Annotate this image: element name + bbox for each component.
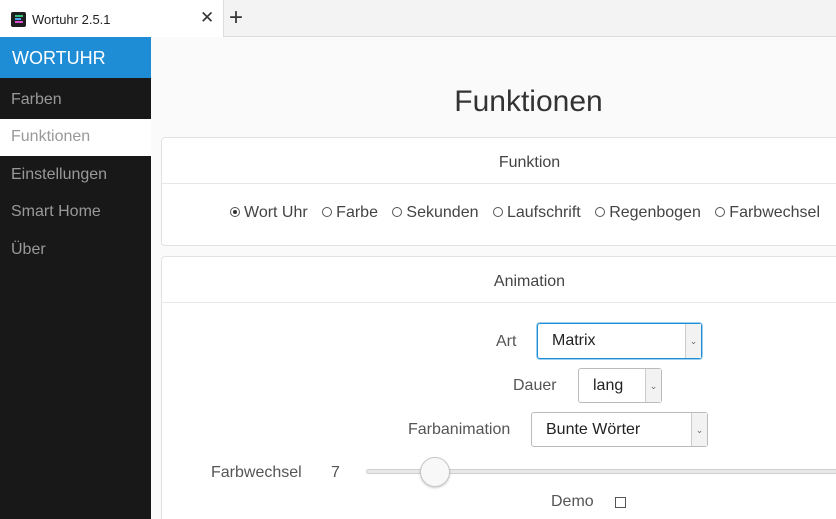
animation-panel-title: Animation <box>493 273 566 290</box>
radio-label: Laufschrift <box>506 204 581 221</box>
radio-label: Farbwechsel <box>729 204 820 221</box>
farbwechsel-label: Farbwechsel <box>211 464 302 481</box>
radio-farbe[interactable]: Farbe <box>322 204 378 222</box>
browser-tab[interactable]: Wortuhr 2.5.1 ✕ <box>0 0 224 37</box>
funktion-panel-header: Funktion <box>162 138 836 184</box>
radio-checked-icon <box>230 207 240 217</box>
funktion-panel: Funktion Wort Uhr Farbe Sekunden Laufsch… <box>161 137 836 246</box>
farbwechsel-slider-handle[interactable] <box>420 457 450 487</box>
art-select-value: Matrix <box>552 332 596 349</box>
animation-panel-header: Animation <box>162 257 836 303</box>
browser-tab-bar: Wortuhr 2.5.1 ✕ + <box>0 0 836 37</box>
farbanimation-select[interactable]: Bunte Wörter ⌄ <box>531 412 708 447</box>
art-label: Art <box>496 333 517 350</box>
funktion-radio-group: Wort Uhr Farbe Sekunden Laufschrift Rege… <box>230 204 830 222</box>
page-title: Funktionen <box>454 85 603 118</box>
app-favicon-icon <box>11 12 26 27</box>
farbanimation-select-value: Bunte Wörter <box>546 421 641 438</box>
chevron-down-icon: ⌄ <box>645 369 661 402</box>
dauer-select-value: lang <box>593 377 624 394</box>
new-tab-icon[interactable]: + <box>229 5 243 31</box>
dauer-select[interactable]: lang ⌄ <box>578 368 662 403</box>
radio-label: Regenbogen <box>609 204 701 221</box>
close-tab-icon[interactable]: ✕ <box>200 9 214 27</box>
demo-checkbox[interactable] <box>615 497 626 508</box>
farbwechsel-value: 7 <box>331 464 340 481</box>
brand-title[interactable]: WORTUHR <box>0 37 151 78</box>
radio-farbwechsel[interactable]: Farbwechsel <box>715 204 820 222</box>
radio-regenbogen[interactable]: Regenbogen <box>595 204 701 222</box>
sidebar-item-funktionen[interactable]: Funktionen <box>0 119 151 156</box>
animation-panel: Animation Art Matrix ⌄ Dauer lang ⌄ Farb… <box>161 256 836 519</box>
art-select[interactable]: Matrix ⌄ <box>537 323 702 359</box>
radio-unchecked-icon <box>492 207 503 217</box>
dauer-label: Dauer <box>513 377 557 394</box>
funktion-panel-title: Funktion <box>498 154 561 171</box>
radio-label: Farbe <box>336 204 378 221</box>
radio-unchecked-icon <box>715 207 726 217</box>
sidebar-item-ueber[interactable]: Über <box>0 232 151 269</box>
sidebar: WORTUHR Farben Funktionen Einstellungen … <box>0 37 151 519</box>
sidebar-item-smart-home[interactable]: Smart Home <box>0 194 151 231</box>
chevron-down-icon: ⌄ <box>691 413 707 446</box>
demo-label: Demo <box>551 493 594 510</box>
radio-sekunden[interactable]: Sekunden <box>392 204 478 222</box>
radio-label: Sekunden <box>406 204 479 221</box>
sidebar-item-einstellungen[interactable]: Einstellungen <box>0 157 151 194</box>
radio-unchecked-icon <box>595 207 606 217</box>
radio-laufschrift[interactable]: Laufschrift <box>492 204 581 222</box>
tab-title: Wortuhr 2.5.1 <box>32 12 111 27</box>
radio-wort-uhr[interactable]: Wort Uhr <box>230 204 308 222</box>
radio-unchecked-icon <box>322 207 333 217</box>
radio-label: Wort Uhr <box>244 204 308 221</box>
radio-unchecked-icon <box>392 207 403 217</box>
farbanimation-label: Farbanimation <box>408 421 511 438</box>
chevron-down-icon: ⌄ <box>685 324 701 358</box>
sidebar-item-farben[interactable]: Farben <box>0 82 151 119</box>
main-content: Funktionen Funktion Wort Uhr Farbe Sekun… <box>151 37 836 519</box>
